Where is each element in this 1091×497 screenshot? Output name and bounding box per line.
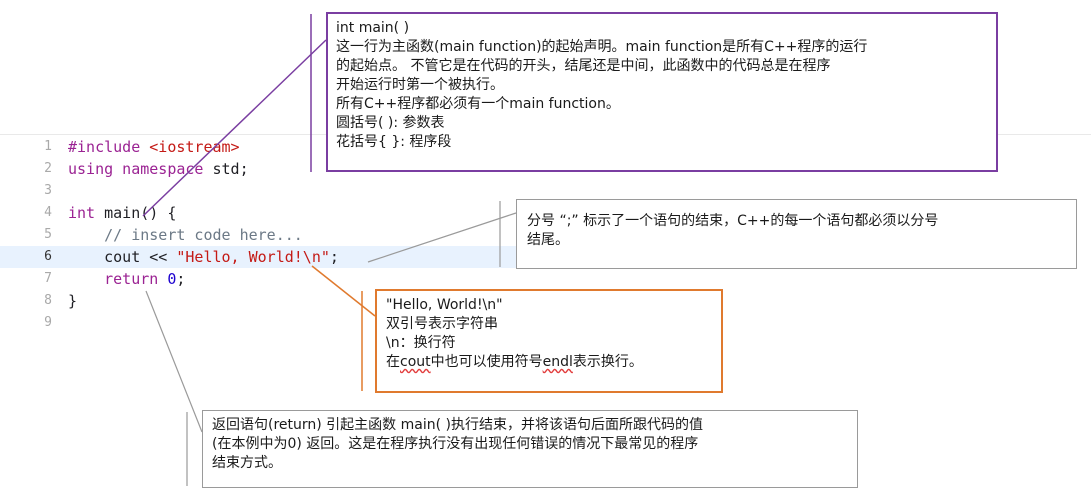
line-number: 6 bbox=[44, 249, 52, 264]
line-number: 7 bbox=[44, 271, 52, 286]
callout-hello-string: "Hello, World!\n" 双引号表示字符串 \n：换行符 在cout中… bbox=[375, 289, 723, 393]
semicolon-callout-line: 分号 “;” 标示了一个语句的结束，C++的每一个语句都必须以分号 bbox=[527, 213, 939, 229]
line-number: 2 bbox=[44, 161, 52, 176]
code-text: #include <iostream> bbox=[68, 136, 240, 158]
callout-main-function: int main( ) 这一行为主函数(main function)的起始声明。m… bbox=[326, 12, 998, 172]
main-callout-line: 的起始点。 不管它是在代码的开头，结尾还是中间，此函数中的代码总是在程序 bbox=[336, 58, 831, 74]
main-callout-line: int main( ) bbox=[336, 20, 410, 36]
callout-semicolon: 分号 “;” 标示了一个语句的结束，C++的每一个语句都必须以分号 结尾。 bbox=[516, 199, 1077, 269]
code-token: <iostream> bbox=[149, 138, 240, 156]
line-number: 4 bbox=[44, 205, 52, 220]
code-text: using namespace std; bbox=[68, 158, 249, 180]
main-callout-line: 花括号{ }: 程序段 bbox=[336, 134, 452, 150]
hello-line-4-suffix: 表示换行。 bbox=[572, 354, 643, 370]
main-callout-line: 所有C++程序都必须有一个main function。 bbox=[336, 96, 620, 112]
code-token: ; bbox=[329, 248, 339, 266]
code-token: // insert code here... bbox=[68, 226, 303, 244]
main-callout-line: 开始运行时第一个被执行。 bbox=[336, 77, 504, 93]
return-callout-line: (在本例中为0) 返回。这是在程序执行没有出现任何错误的情况下最常见的程序 bbox=[212, 436, 699, 452]
code-token: "Hello, World!\n" bbox=[176, 248, 330, 266]
code-token: ; bbox=[176, 270, 186, 288]
hello-line-3: \n：换行符 bbox=[386, 335, 456, 351]
hello-line-1: "Hello, World!\n" bbox=[386, 297, 503, 313]
code-text: } bbox=[68, 290, 77, 312]
hello-line-4-mid: 中也可以使用符号 bbox=[430, 354, 543, 370]
return-callout-line: 返回语句(return) 引起主函数 main( )执行结束，并将该语句后面所跟… bbox=[212, 417, 703, 433]
main-callout-line: 圆括号( ): 参数表 bbox=[336, 115, 445, 131]
hello-line-2: 双引号表示字符串 bbox=[386, 316, 498, 332]
code-line[interactable]: 3 bbox=[0, 180, 520, 202]
hello-line-4-prefix: 在 bbox=[386, 354, 400, 370]
code-token: } bbox=[68, 292, 78, 310]
line-number: 3 bbox=[44, 183, 52, 198]
callout-return-statement: 返回语句(return) 引起主函数 main( )执行结束，并将该语句后面所跟… bbox=[202, 410, 858, 488]
code-token: return bbox=[104, 270, 168, 288]
code-line[interactable]: 6 cout << "Hello, World!\n"; bbox=[0, 246, 520, 268]
code-text: int main() { bbox=[68, 202, 176, 224]
code-line[interactable]: 7 return 0; bbox=[0, 268, 520, 290]
line-number: 9 bbox=[44, 315, 52, 330]
line-number: 1 bbox=[44, 139, 52, 154]
annotated-code-figure: 1 #include <iostream> 2 using namespace std… bbox=[0, 0, 1091, 497]
code-line[interactable]: 5 // insert code here... bbox=[0, 224, 520, 246]
code-text: // insert code here... bbox=[68, 224, 303, 246]
code-text: return 0; bbox=[68, 268, 185, 290]
code-text: cout << "Hello, World!\n"; bbox=[68, 246, 339, 268]
code-line[interactable]: 4 int main() { bbox=[0, 202, 520, 224]
line-number: 5 bbox=[44, 227, 52, 242]
hello-line-4: 在cout中也可以使用符号endl表示换行。 bbox=[386, 353, 712, 372]
code-token: using namespace bbox=[68, 160, 213, 178]
semicolon-callout-line: 结尾。 bbox=[527, 232, 569, 248]
return-callout-line: 结束方式。 bbox=[212, 455, 282, 471]
code-token: cout << bbox=[68, 248, 177, 266]
code-token: #include bbox=[68, 138, 150, 156]
code-token: int bbox=[68, 204, 105, 222]
code-token: main() { bbox=[104, 204, 177, 222]
line-number: 8 bbox=[44, 293, 52, 308]
hello-line-4-cout: cout bbox=[400, 354, 431, 370]
main-callout-line: 这一行为主函数(main function)的起始声明。main functio… bbox=[336, 39, 868, 55]
hello-line-4-endl: endl bbox=[542, 354, 573, 370]
code-token: std; bbox=[212, 160, 249, 178]
